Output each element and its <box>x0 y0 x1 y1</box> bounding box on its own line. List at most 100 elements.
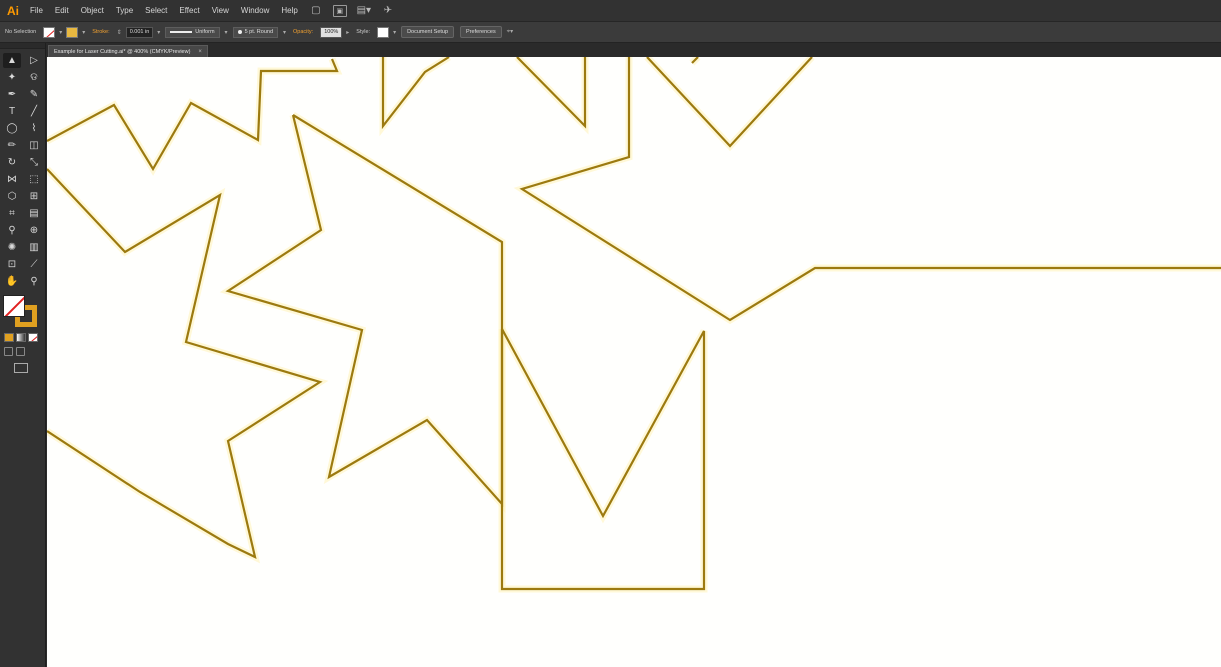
none-mode-button[interactable] <box>28 333 38 342</box>
menu-effect[interactable]: Effect <box>173 0 205 22</box>
type-tool-icon[interactable]: T <box>3 104 21 119</box>
workspace-layout-icon[interactable]: ▤▾ <box>357 5 371 17</box>
variable-width-profile-dropdown[interactable]: Uniform <box>165 26 220 38</box>
scale-tool-icon[interactable]: ⤡ <box>25 155 43 170</box>
fill-dropdown-icon[interactable]: ▾ <box>59 29 62 36</box>
cut-path-8[interactable] <box>500 328 706 591</box>
selection-tool-icon[interactable]: ▲ <box>3 53 21 68</box>
line-sample-icon <box>170 31 193 33</box>
eraser-tool-icon[interactable]: ◫ <box>25 138 43 153</box>
arrange-documents-icon[interactable]: ▣ <box>332 4 347 17</box>
stroke-label[interactable]: Stroke: <box>87 29 114 35</box>
artboard-tool-icon[interactable]: ⊡ <box>3 257 21 272</box>
symbol-sprayer-tool-icon[interactable]: ✺ <box>3 240 21 255</box>
column-graph-tool-icon[interactable]: ▥ <box>25 240 43 255</box>
menu-object[interactable]: Object <box>75 0 110 22</box>
opacity-label[interactable]: Opacity: <box>288 29 318 35</box>
stroke-weight-field[interactable]: 0.001 in <box>125 26 154 38</box>
artwork-svg <box>47 57 1221 593</box>
selection-status: No Selection <box>5 29 37 35</box>
menu-type[interactable]: Type <box>110 0 139 22</box>
stroke-swatch[interactable] <box>66 26 79 38</box>
fill-swatch[interactable] <box>43 26 56 38</box>
cut-path-3[interactable] <box>516 57 587 129</box>
menu-view[interactable]: View <box>206 0 235 22</box>
color-mode-button[interactable] <box>4 333 14 342</box>
brush-dropdown-icon[interactable]: ▾ <box>283 29 286 36</box>
menu-edit[interactable]: Edit <box>49 0 75 22</box>
tool-grid: ▲ ▷ ✦ ଡ ✒ ✎ T ╱ ◯ ⌇ ✏ ◫ ↻ ⤡ ⋈ ⬚ ⬡ ⊞ ⌗ ▤ ⚲ ⊕ ✺ ▥ ⊡ ⟋ ✋ ⚲ <box>0 49 45 289</box>
document-tab-bar: Example for Laser Cutting.ai* @ 400% (CM… <box>46 43 1221 57</box>
opacity-field[interactable]: 100% <box>320 26 343 38</box>
gpu-performance-icon[interactable]: ✈ <box>381 5 395 17</box>
fill-stroke-widget <box>3 295 43 329</box>
paintbrush-tool-icon[interactable]: ⌇ <box>25 121 43 136</box>
cut-path-glow-7 <box>513 57 1221 325</box>
document-tab[interactable]: Example for Laser Cutting.ai* @ 400% (CM… <box>48 45 208 57</box>
menu-bar: Ai File Edit Object Type Select Effect V… <box>0 0 1221 22</box>
hand-tool-icon[interactable]: ✋ <box>3 274 21 289</box>
magic-wand-tool-icon[interactable]: ✦ <box>3 70 21 85</box>
slice-tool-icon[interactable]: ⟋ <box>25 257 43 272</box>
fill-none-swatch[interactable] <box>3 295 25 317</box>
document-setup-button[interactable]: Document Setup <box>401 26 455 38</box>
preferences-button[interactable]: Preferences <box>460 26 502 38</box>
draw-behind-icon[interactable] <box>16 347 25 356</box>
direct-selection-tool-icon[interactable]: ▷ <box>25 53 43 68</box>
cut-path-4[interactable] <box>646 57 813 148</box>
cut-path-glow-1 <box>47 166 329 564</box>
gradient-mode-button[interactable] <box>16 333 26 342</box>
blend-tool-icon[interactable]: ⊕ <box>25 223 43 238</box>
pencil-tool-icon[interactable]: ✏ <box>3 138 21 153</box>
bridge-icon[interactable]: ▢ <box>309 5 323 17</box>
draw-mode-row <box>4 347 45 356</box>
gradient-tool-icon[interactable]: ▤ <box>25 206 43 221</box>
style-dropdown-icon[interactable]: ▾ <box>393 29 396 36</box>
artboard-canvas[interactable] <box>47 57 1221 667</box>
opacity-arrow-icon[interactable]: ▸ <box>346 29 349 36</box>
shape-builder-tool-icon[interactable]: ⬡ <box>3 189 21 204</box>
pen-tool-icon[interactable]: ✒ <box>3 87 21 102</box>
menu-select[interactable]: Select <box>139 0 173 22</box>
menu-window[interactable]: Window <box>235 0 275 22</box>
style-label: Style: <box>356 29 371 35</box>
brush-label: 5 pt. Round <box>244 29 273 35</box>
cut-path-1[interactable] <box>47 168 323 559</box>
eyedropper-tool-icon[interactable]: ⚲ <box>3 223 21 238</box>
control-bar: No Selection ▾ ▾ Stroke: ⇕ 0.001 in ▾ Un… <box>0 22 1221 43</box>
width-tool-icon[interactable]: ⋈ <box>3 172 21 187</box>
cut-path-glow-8 <box>498 327 708 593</box>
draw-normal-icon[interactable] <box>4 347 13 356</box>
menu-file[interactable]: File <box>24 0 49 22</box>
mesh-tool-icon[interactable]: ⌗ <box>3 206 21 221</box>
brush-definition-dropdown[interactable]: 5 pt. Round <box>232 26 278 38</box>
cut-path-glow-2 <box>379 57 451 137</box>
rotate-tool-icon[interactable]: ↻ <box>3 155 21 170</box>
cut-path-glow-6 <box>219 112 506 514</box>
profile-dropdown-icon[interactable]: ▾ <box>225 29 228 36</box>
menu-help[interactable]: Help <box>275 0 303 22</box>
curvature-tool-icon[interactable]: ✎ <box>25 87 43 102</box>
close-icon[interactable]: × <box>198 49 202 55</box>
app-logo: Ai <box>7 3 19 18</box>
cut-path-glow-0 <box>47 57 343 176</box>
profile-label: Uniform <box>195 29 215 35</box>
stroke-dropdown-icon[interactable]: ▾ <box>82 29 85 36</box>
color-mode-row <box>4 333 45 342</box>
stroke-stepper-icon[interactable]: ⇕ <box>117 29 122 36</box>
lasso-tool-icon[interactable]: ଡ <box>25 70 43 85</box>
screen-mode-icon[interactable] <box>14 363 28 373</box>
cut-path-6[interactable] <box>225 114 504 507</box>
graphic-style-swatch[interactable] <box>377 26 390 38</box>
line-segment-tool-icon[interactable]: ╱ <box>25 104 43 119</box>
stroke-weight-dropdown-icon[interactable]: ▾ <box>157 29 160 36</box>
zoom-tool-icon[interactable]: ⚲ <box>25 274 43 289</box>
free-transform-tool-icon[interactable]: ⬚ <box>25 172 43 187</box>
transform-icon[interactable]: ⌖▾ <box>507 28 513 36</box>
document-title: Example for Laser Cutting.ai* @ 400% (CM… <box>54 48 191 55</box>
brush-dot-icon <box>237 30 242 34</box>
perspective-grid-tool-icon[interactable]: ⊞ <box>25 189 43 204</box>
cut-path-glow-4 <box>644 57 815 152</box>
tools-panel: ▲ ▷ ✦ ଡ ✒ ✎ T ╱ ◯ ⌇ ✏ ◫ ↻ ⤡ ⋈ ⬚ ⬡ ⊞ ⌗ ▤ ⚲ ⊕ ✺ ▥ ⊡ ⟋ ✋ ⚲ <box>0 43 46 667</box>
ellipse-tool-icon[interactable]: ◯ <box>3 121 21 136</box>
